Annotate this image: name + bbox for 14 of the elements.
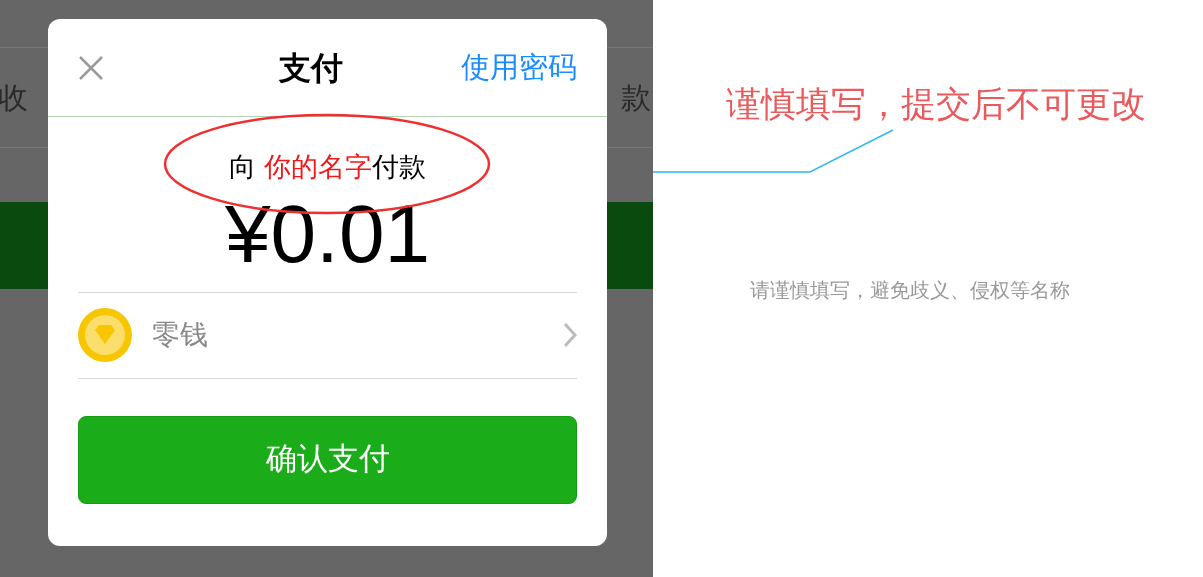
amount: ¥0.01 (224, 189, 431, 278)
dialog-title: 支付 (278, 48, 343, 88)
tab-label: 收 (0, 80, 28, 116)
close-icon (78, 54, 104, 81)
payment-method[interactable]: 零钱 (152, 314, 208, 356)
use-password-link[interactable]: 使用密码 (461, 45, 577, 90)
confirm-pay-button[interactable]: 确认支付 (78, 415, 577, 504)
payee-text: 向 你的名字付款 (229, 151, 426, 184)
coin-icon (78, 308, 132, 362)
close-button[interactable] (78, 54, 104, 81)
hint-text: 请谨慎填写，避免歧义、侵权等名称 (750, 277, 1071, 303)
warning-text: 谨慎填写，提交后不可更改 (726, 83, 1147, 125)
tab-label: 款 (621, 80, 651, 116)
chevron-right-icon[interactable] (563, 322, 577, 348)
